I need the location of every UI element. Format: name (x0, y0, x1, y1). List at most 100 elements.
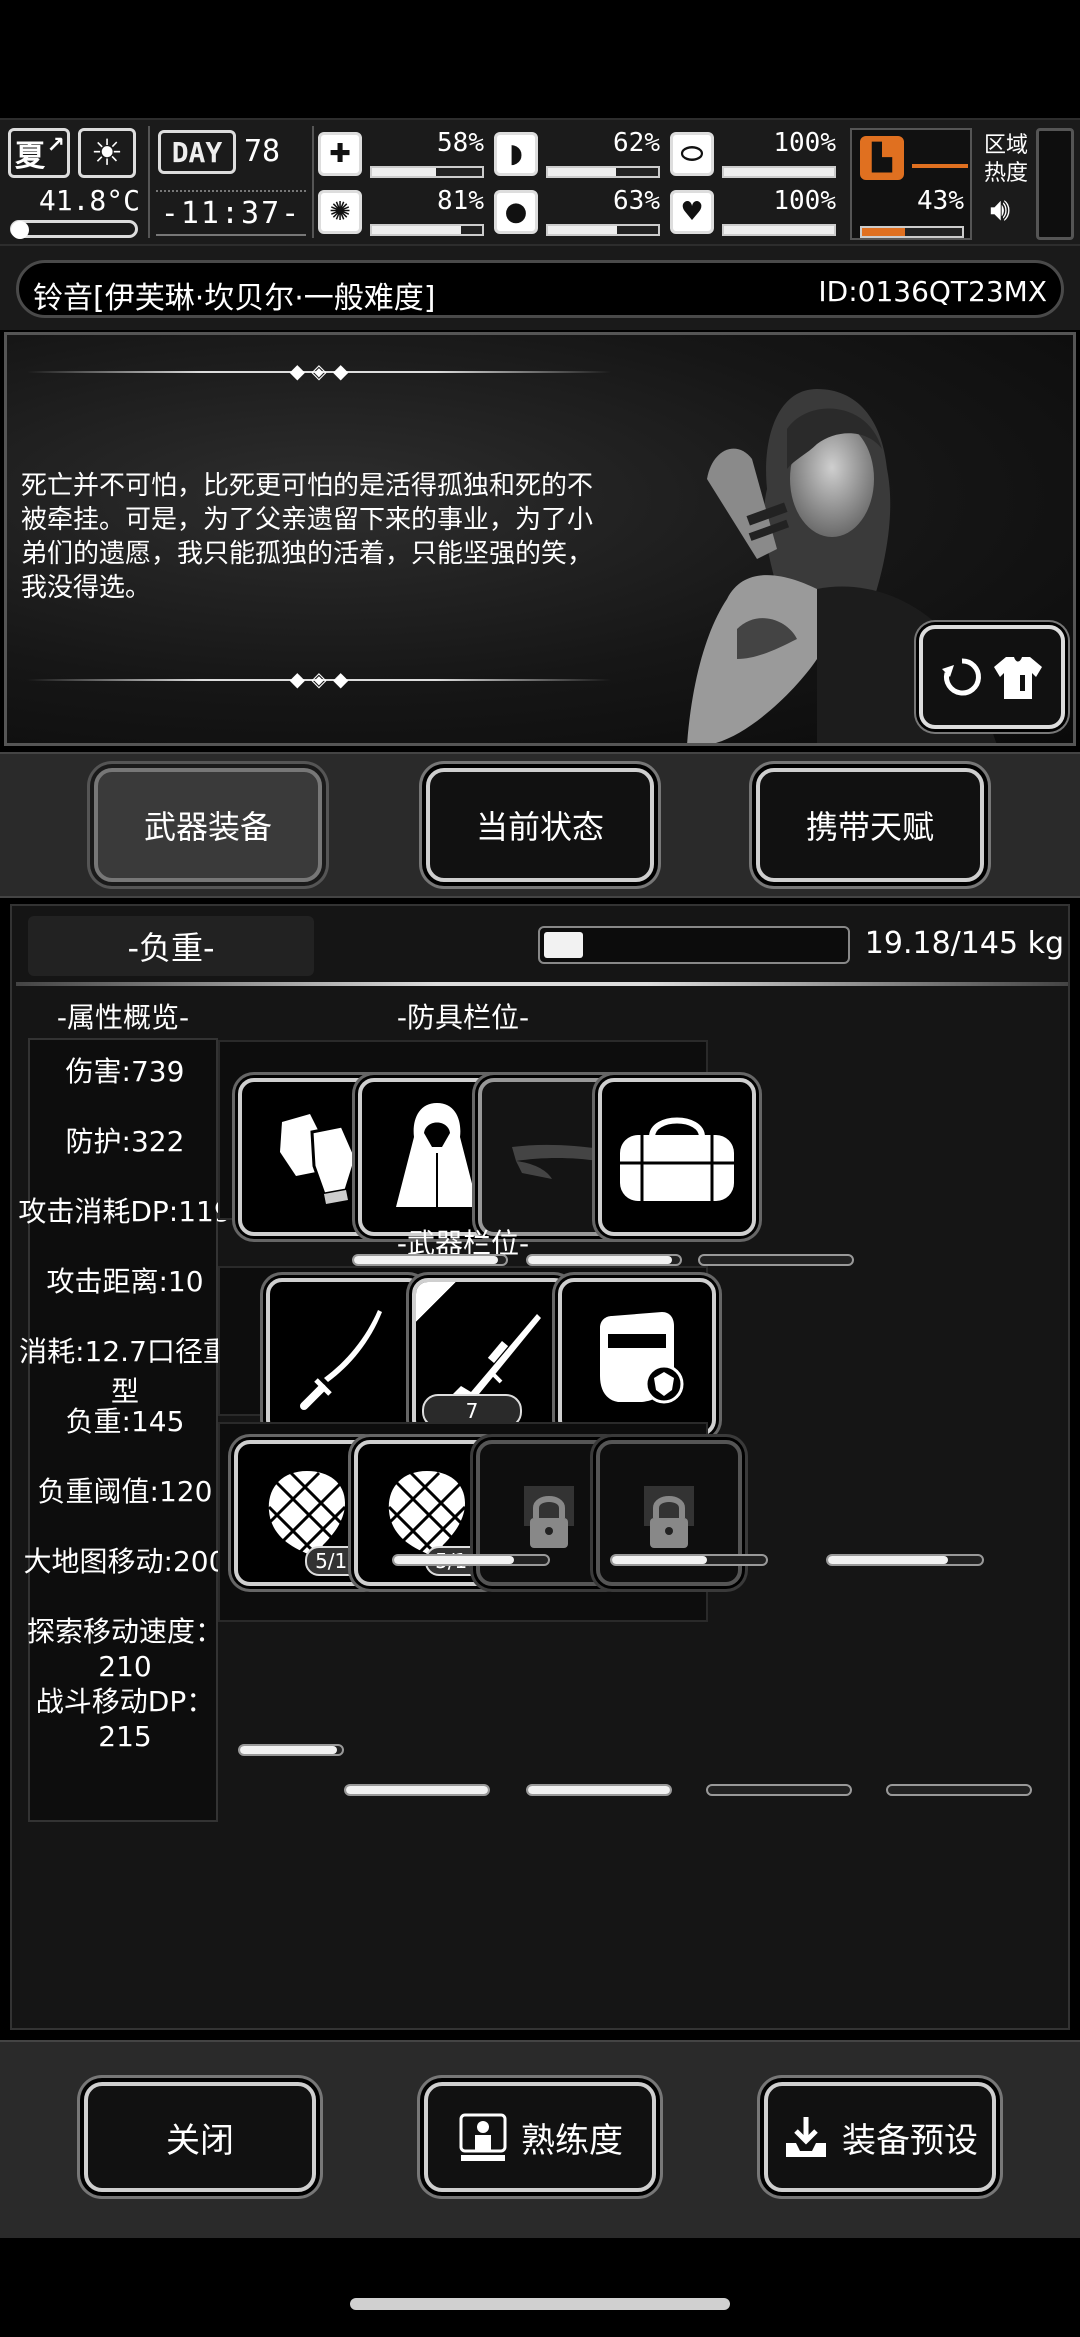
weapon-slot-rifle[interactable]: 7 (412, 1278, 570, 1436)
status-bar: 夏 ↗ ☀ 41.8°C DAY 78 -11:37- ✚ 58% ◗ 62% … (0, 118, 1080, 246)
stat-value: 100% (773, 186, 836, 216)
tab-bar: 武器装备 当前状态 携带天赋 (0, 752, 1080, 898)
attr-attack-dp: 攻击消耗DP:119 (18, 1195, 232, 1228)
stat-bar (546, 166, 660, 178)
tab-status[interactable]: 当前状态 (426, 768, 654, 882)
durability-bar-headwear (698, 1254, 854, 1266)
stat-mood[interactable]: ♥ 100% (670, 184, 836, 238)
temperature-value: 41.8°C (38, 184, 140, 217)
durability-bar-locked-2 (886, 1784, 1032, 1796)
podium-icon (459, 2113, 507, 2161)
character-bar: 铃音[伊芙琳·坎贝尔·一般难度] ID:0136QT23MX (0, 246, 1080, 330)
attributes-panel: 伤害:739 防护:322 攻击消耗DP:119 攻击距离:10 消耗:12.7… (18, 1038, 232, 1822)
proficiency-button[interactable]: 熟练度 (424, 2082, 656, 2192)
divider (312, 126, 314, 238)
stat-value: 43% (917, 186, 964, 216)
home-indicator[interactable] (350, 2298, 730, 2310)
riot-shield-icon (600, 1312, 684, 1404)
weapon-slot-melee[interactable] (266, 1278, 424, 1436)
clock: -11:37- (156, 190, 306, 236)
weapon-slot-shield[interactable] (558, 1278, 716, 1436)
durability-bar-shield (826, 1554, 984, 1566)
durability-bar-cloak (526, 1254, 682, 1266)
stomach-icon: ◗ (494, 132, 538, 176)
stat-sanity[interactable]: ✺ 81% (318, 184, 484, 238)
lock-icon (524, 1486, 574, 1548)
armor-slot-backpack[interactable] (598, 1078, 756, 1236)
durability-bar-net-1 (344, 1784, 490, 1796)
download-tray-icon (786, 2117, 826, 2157)
stat-fatigue[interactable]: ▙ 43% (850, 128, 972, 240)
gloves-icon (280, 1114, 358, 1204)
stat-value: 58% (437, 128, 484, 158)
stat-bar (860, 226, 964, 238)
attr-ammo-type: 消耗:12.7口径重型 (19, 1335, 231, 1408)
attr-attack-range: 攻击距离:10 (46, 1265, 204, 1298)
attr-load: 负重:145 (65, 1405, 185, 1438)
season-label: 夏 (15, 139, 45, 174)
heart-icon: ♥ (670, 190, 714, 234)
durability-bar-net-2 (526, 1784, 672, 1796)
region-heat-label: 区域热度 (984, 133, 1029, 186)
character-info: 铃音[伊芙琳·坎贝尔·一般难度] ID:0136QT23MX (16, 260, 1064, 318)
attr-map-move: 大地图移动:200 (23, 1545, 227, 1578)
stat-value: 62% (613, 128, 660, 158)
durability-bar-rifle (610, 1554, 768, 1566)
season-indicator[interactable]: 夏 ↗ (8, 128, 70, 178)
water-drop-icon: ● (494, 190, 538, 234)
stat-bar (370, 166, 484, 178)
equipment-preset-button[interactable]: 装备预设 (764, 2082, 996, 2192)
tab-talents[interactable]: 携带天赋 (756, 768, 984, 882)
durability-bar-katana (392, 1554, 550, 1566)
brain-icon: ✺ (318, 190, 362, 234)
attributes-title: -属性概览- (56, 1001, 190, 1034)
stat-stamina[interactable]: ⬭ 100% (670, 126, 836, 180)
side-panel-toggle[interactable] (1036, 128, 1074, 240)
change-outfit-button[interactable] (919, 625, 1065, 729)
ornament-icon: ◆ ◈ ◆ (289, 359, 349, 383)
cloak-icon (396, 1103, 478, 1207)
divider (148, 126, 150, 238)
refresh-icon (942, 658, 981, 696)
tshirt-icon (994, 657, 1042, 699)
stat-bar (370, 224, 484, 236)
fatigue-dash (912, 164, 968, 168)
weapon-type-mark-icon (416, 1282, 456, 1322)
character-id: ID:0136QT23MX (818, 275, 1047, 308)
attr-combat-move-dp: 战斗移动DP：215 (35, 1685, 215, 1753)
attr-defense: 防护:322 (65, 1125, 185, 1158)
preset-button-label: 装备预设 (842, 2120, 978, 2161)
attr-load-threshold: 负重阈值:120 (37, 1475, 213, 1508)
divider (16, 982, 1068, 986)
lock-icon (644, 1486, 694, 1548)
bottom-bar: 关闭 熟练度 装备预设 (0, 2040, 1080, 2238)
season-arrow-icon: ↗ (46, 133, 65, 158)
stat-health[interactable]: ✚ 58% (318, 126, 484, 180)
attr-explore-speed: 探索移动速度：210 (26, 1615, 223, 1683)
sun-icon[interactable]: ☀ (78, 128, 136, 178)
stat-thirst[interactable]: ● 63% (494, 184, 660, 238)
boot-icon: ▙ (860, 136, 904, 180)
duffel-bag-icon (620, 1117, 734, 1201)
speaker-icon[interactable]: 🔊︎ (990, 190, 1010, 229)
durability-bar-gloves (352, 1254, 508, 1266)
proficiency-button-label: 熟练度 (521, 2120, 623, 2161)
stat-hunger[interactable]: ◗ 62% (494, 126, 660, 180)
load-bar (538, 926, 850, 964)
stat-value: 63% (613, 186, 660, 216)
close-button-label: 关闭 (166, 2120, 234, 2161)
armor-title: -防具栏位- (396, 1001, 530, 1034)
day-label: DAY (158, 130, 236, 174)
ornament-icon: ◆ ◈ ◆ (289, 667, 349, 691)
tab-weapons[interactable]: 武器装备 (94, 768, 322, 882)
pill-icon: ⬭ (670, 132, 714, 176)
character-name: 铃音[伊芙琳·坎贝尔·一般难度] (33, 281, 436, 316)
day-number: 78 (244, 134, 281, 169)
load-label: -负重- (28, 916, 314, 976)
close-button[interactable]: 关闭 (84, 2082, 316, 2192)
stat-value: 81% (437, 186, 484, 216)
load-value: 19.18/145 kg (864, 926, 1064, 961)
stat-bar (722, 224, 836, 236)
stat-bar (722, 166, 836, 178)
durability-bar (238, 1744, 344, 1756)
